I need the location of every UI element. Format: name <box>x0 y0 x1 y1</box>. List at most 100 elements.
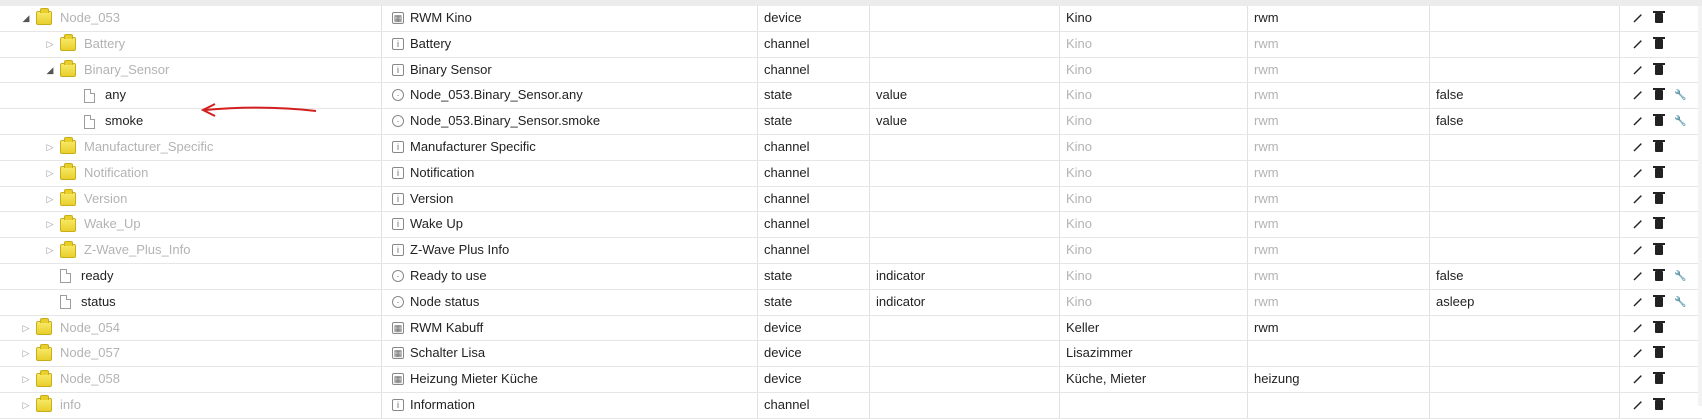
table-row[interactable]: ▷ Node_054 ▦ RWM Kabuff device Keller rwm | <box>0 315 1702 342</box>
table-row[interactable]: any · Node_053.Binary_Sensor.any state value… <box>0 83 1702 110</box>
table-row[interactable]: ▷ Node_058 ▦ Heizung Mieter Küche device Küch… <box>0 367 1702 393</box>
folder-icon <box>60 59 76 77</box>
object-name: Binary Sensor <box>410 61 492 77</box>
trash-icon[interactable] <box>1653 320 1665 335</box>
tree-cell[interactable]: ▷ Notification <box>0 160 382 186</box>
type-cell: channel <box>758 238 870 263</box>
trash-icon[interactable] <box>1653 217 1665 231</box>
actions-cell: | 🔧 <box>1620 83 1702 108</box>
tree-cell[interactable]: ▷ info <box>0 392 382 418</box>
value-cell <box>1430 57 1620 83</box>
tree-cell[interactable]: ▷ Node_054 <box>0 315 382 341</box>
type-cell: channel <box>758 392 870 418</box>
collapsed-caret-icon[interactable]: ▷ <box>20 367 32 392</box>
device-type-icon: ▦ <box>392 321 404 334</box>
table-row[interactable]: ▷ Notification i Notification channel Kino rwm… <box>0 160 1702 187</box>
channel-type-icon: i <box>392 244 404 257</box>
collapsed-caret-icon[interactable]: ▷ <box>44 238 56 263</box>
tree-cell[interactable]: ▷ Manufacturer_Specific <box>0 134 382 160</box>
table-row[interactable]: ▷ Wake_Up i Wake Up channel Kino rwm | <box>0 212 1702 239</box>
pencil-icon[interactable]: | <box>1632 373 1644 386</box>
pencil-icon[interactable]: | <box>1632 115 1644 128</box>
collapsed-caret-icon[interactable]: ▷ <box>20 393 32 418</box>
trash-icon[interactable] <box>1653 397 1665 412</box>
trash-icon[interactable] <box>1653 243 1665 257</box>
wrench-icon[interactable]: 🔧 <box>1674 270 1686 283</box>
expanded-caret-icon[interactable]: ◢ <box>44 58 56 83</box>
trash-icon[interactable] <box>1653 88 1665 102</box>
file-icon <box>84 88 95 103</box>
name-cell: ▦ RWM Kino <box>382 6 758 31</box>
table-row[interactable]: smoke · Node_053.Binary_Sensor.smoke state v… <box>0 109 1702 135</box>
role-cell <box>870 392 1060 418</box>
tree-cell[interactable]: ▷ Version <box>0 186 382 212</box>
tree-cell[interactable]: ▷ Battery <box>0 31 382 57</box>
pencil-icon[interactable]: | <box>1632 64 1644 77</box>
table-row[interactable]: ▷ Battery i Battery channel Kino rwm | <box>0 31 1702 58</box>
trash-icon[interactable] <box>1653 372 1665 386</box>
tree-cell[interactable]: ▷ Node_058 <box>0 367 382 392</box>
table-row[interactable]: ◢ Node_053 ▦ RWM Kino device Kino rwm | <box>0 6 1702 32</box>
pencil-icon[interactable]: | <box>1632 193 1644 206</box>
pencil-icon[interactable]: | <box>1632 167 1644 180</box>
pencil-icon[interactable]: | <box>1632 347 1644 360</box>
tree-cell[interactable]: status <box>0 289 382 315</box>
pencil-icon[interactable]: | <box>1632 38 1644 51</box>
pencil-icon[interactable]: | <box>1632 270 1644 283</box>
pencil-icon[interactable]: | <box>1632 89 1644 102</box>
collapsed-caret-icon[interactable]: ▷ <box>44 212 56 237</box>
tree-label: Node_058 <box>60 371 120 387</box>
object-name: Manufacturer Specific <box>410 138 536 154</box>
actions-cell: | 🔧 <box>1620 290 1702 315</box>
tree-cell[interactable]: ▷ Node_057 <box>0 341 382 367</box>
name-cell: i Version <box>382 186 758 212</box>
wrench-icon[interactable]: 🔧 <box>1674 115 1686 128</box>
tree-cell[interactable]: smoke <box>0 109 382 134</box>
pencil-icon[interactable]: | <box>1632 244 1644 257</box>
collapsed-caret-icon[interactable]: ▷ <box>44 187 56 212</box>
wrench-icon[interactable]: 🔧 <box>1674 89 1686 102</box>
collapsed-caret-icon[interactable]: ▷ <box>44 135 56 160</box>
pencil-icon[interactable]: | <box>1632 12 1644 25</box>
pencil-icon[interactable]: | <box>1632 218 1644 231</box>
table-row[interactable]: ▷ Z-Wave_Plus_Info i Z-Wave Plus Info channe… <box>0 238 1702 264</box>
collapsed-caret-icon[interactable]: ▷ <box>44 32 56 57</box>
trash-icon[interactable] <box>1653 139 1665 154</box>
tree-cell[interactable]: ◢ Binary_Sensor <box>0 57 382 83</box>
pencil-icon[interactable]: | <box>1632 296 1644 309</box>
trash-icon[interactable] <box>1653 11 1665 25</box>
trash-icon[interactable] <box>1653 191 1665 206</box>
pencil-icon[interactable]: | <box>1632 322 1644 335</box>
pencil-icon[interactable]: | <box>1632 399 1644 412</box>
trash-icon[interactable] <box>1653 268 1665 283</box>
table-row[interactable]: ▷ Version i Version channel Kino rwm | <box>0 186 1702 213</box>
tree-cell[interactable]: ready <box>0 263 382 289</box>
table-row[interactable]: ▷ Node_057 ▦ Schalter Lisa device Lisazimmer | <box>0 341 1702 368</box>
wrench-icon[interactable]: 🔧 <box>1674 296 1686 309</box>
trash-icon[interactable] <box>1653 294 1665 309</box>
table-row[interactable]: ready · Ready to use state indicator Kino rwm f… <box>0 263 1702 290</box>
trash-icon[interactable] <box>1653 36 1665 51</box>
tree-cell[interactable]: ▷ Z-Wave_Plus_Info <box>0 238 382 263</box>
trash-icon[interactable] <box>1653 346 1665 360</box>
table-row[interactable]: status · Node status state indicator Kino rwm a… <box>0 289 1702 316</box>
table-row[interactable]: ◢ Binary_Sensor i Binary Sensor channel Kino r… <box>0 57 1702 84</box>
file-icon <box>60 269 71 284</box>
tree-cell[interactable]: any <box>0 83 382 109</box>
tree-cell[interactable]: ▷ Wake_Up <box>0 212 382 238</box>
file-icon <box>84 114 95 129</box>
collapsed-caret-icon[interactable]: ▷ <box>20 316 32 341</box>
collapsed-caret-icon[interactable]: ▷ <box>20 341 32 366</box>
role-cell <box>870 186 1060 212</box>
collapsed-caret-icon[interactable]: ▷ <box>44 161 56 186</box>
expanded-caret-icon[interactable]: ◢ <box>20 6 32 31</box>
table-row[interactable]: ▷ Manufacturer_Specific i Manufacturer Spec… <box>0 134 1702 161</box>
pencil-icon[interactable]: | <box>1632 141 1644 154</box>
room-cell: Kino <box>1060 160 1248 186</box>
trash-icon[interactable] <box>1653 165 1665 180</box>
role-cell <box>870 212 1060 238</box>
trash-icon[interactable] <box>1653 62 1665 77</box>
vertical-scrollbar[interactable] <box>1698 6 1702 406</box>
trash-icon[interactable] <box>1653 114 1665 128</box>
tree-cell[interactable]: ◢ Node_053 <box>0 6 382 31</box>
